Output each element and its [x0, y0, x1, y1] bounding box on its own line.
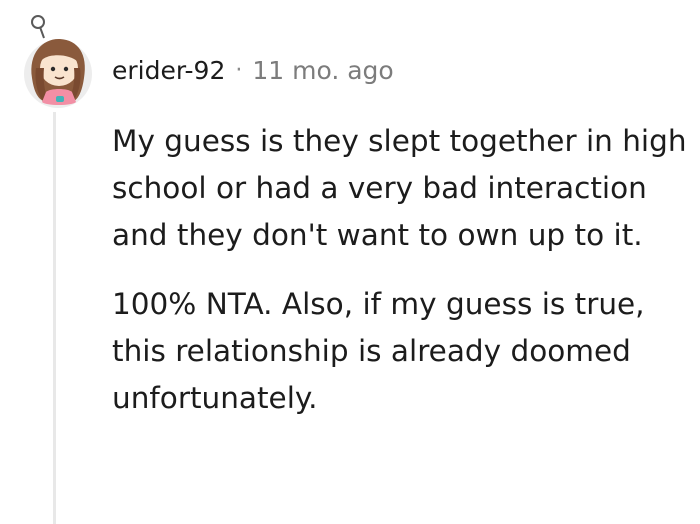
comment-meta: erider-92 · 11 mo. ago [112, 56, 394, 85]
thread-line[interactable] [53, 112, 56, 524]
comment-paragraph: My guess is they slept together in high … [112, 124, 687, 252]
meta-separator: · [235, 58, 243, 83]
avatar[interactable] [16, 12, 96, 108]
username-link[interactable]: erider-92 [112, 56, 225, 85]
comment: erider-92 · 11 mo. ago My guess is they … [0, 0, 700, 524]
comment-paragraph: 100% NTA. Also, if my guess is true, thi… [112, 287, 645, 415]
timestamp[interactable]: 11 mo. ago [252, 56, 393, 85]
comment-body: My guess is they slept together in high … [112, 118, 697, 422]
snoo-avatar-icon [24, 15, 92, 108]
